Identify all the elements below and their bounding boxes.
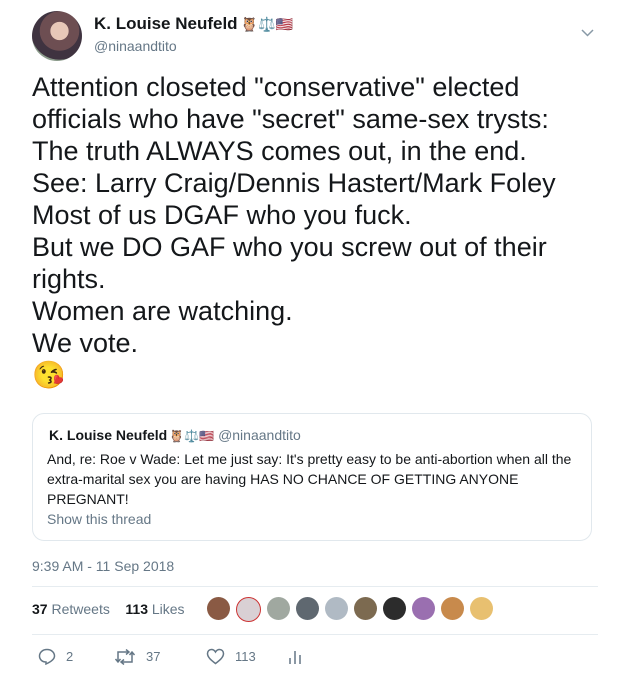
reply-count: 2 (66, 649, 74, 664)
analytics-icon (289, 650, 301, 664)
liker-avatar[interactable] (470, 597, 493, 620)
liker-avatar[interactable] (325, 597, 348, 620)
author-avatar[interactable] (32, 11, 82, 61)
retweets-stat[interactable]: 37 Retweets (32, 601, 110, 617)
likes-count: 113 (125, 601, 148, 617)
quoted-tweet-text: And, re: Roe v Wade: Let me just say: It… (47, 451, 572, 507)
engagement-stats: 37 Retweets 113 Likes (32, 601, 185, 617)
heart-icon (206, 648, 225, 665)
quoted-tweet-header: K. Louise Neufeld 🦉⚖️🇺🇸 @ninaandtito (49, 427, 301, 443)
show-thread-link[interactable]: Show this thread (47, 511, 151, 527)
quoted-author-handle: @ninaandtito (218, 427, 301, 443)
author-block: K. Louise Neufeld 🦉⚖️🇺🇸 @ninaandtito (94, 14, 293, 54)
likes-stat[interactable]: 113 Likes (125, 601, 184, 617)
chevron-down-icon[interactable] (581, 24, 594, 40)
divider-bottom (32, 634, 598, 635)
liker-avatar[interactable] (236, 597, 261, 622)
like-count: 113 (235, 649, 256, 664)
author-name[interactable]: K. Louise Neufeld (94, 14, 238, 33)
liker-avatar[interactable] (441, 597, 464, 620)
liker-avatar[interactable] (296, 597, 319, 620)
author-badges: 🦉⚖️🇺🇸 (240, 16, 293, 32)
retweets-label: Retweets (51, 601, 110, 617)
tweet-text: Attention closeted "conservative" electe… (32, 72, 556, 390)
liker-avatar[interactable] (354, 597, 377, 620)
liker-avatar[interactable] (267, 597, 290, 620)
retweet-button[interactable]: 37 (114, 648, 206, 665)
liker-avatar[interactable] (207, 597, 230, 620)
retweet-count: 37 (146, 649, 161, 664)
divider-top (32, 586, 598, 587)
tweet-timestamp[interactable]: 9:39 AM - 11 Sep 2018 (32, 558, 174, 574)
author-handle[interactable]: @ninaandtito (94, 38, 293, 54)
tweet-actions: 2 37 113 (38, 648, 312, 665)
quoted-tweet[interactable]: K. Louise Neufeld 🦉⚖️🇺🇸 @ninaandtito And, … (32, 413, 592, 541)
retweet-icon (114, 648, 136, 665)
quoted-author-badges: 🦉⚖️🇺🇸 (169, 429, 215, 443)
reply-button[interactable]: 2 (38, 648, 114, 665)
liker-avatar[interactable] (412, 597, 435, 620)
reply-icon (38, 648, 56, 665)
quoted-author-name: K. Louise Neufeld (49, 427, 168, 443)
like-button[interactable]: 113 (206, 648, 288, 665)
retweets-count: 37 (32, 601, 48, 617)
analytics-button[interactable] (288, 649, 312, 665)
liker-avatar[interactable] (383, 597, 406, 620)
likes-label: Likes (151, 601, 185, 617)
liker-avatars (207, 597, 499, 622)
